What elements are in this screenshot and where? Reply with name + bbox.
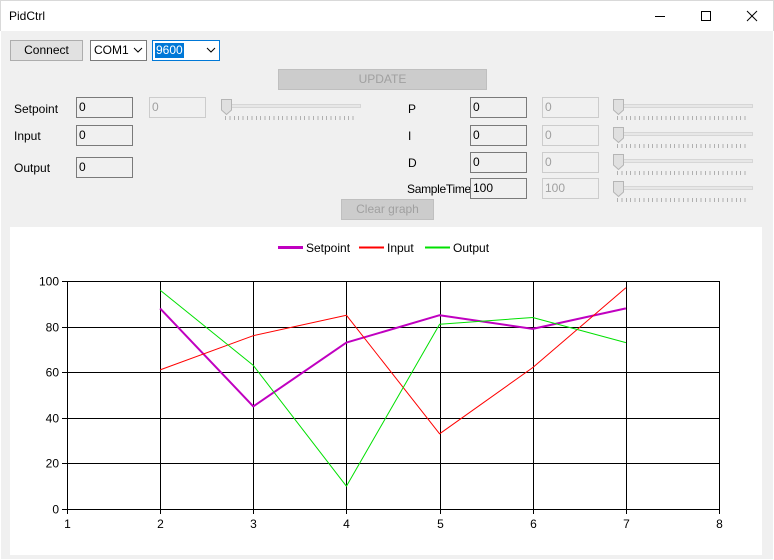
y-tick-label: 20 [46,457,60,471]
sample-time-readback: 100 [542,178,599,199]
update-button[interactable]: UPDATE [278,69,487,90]
clear-graph-button[interactable]: Clear graph [341,199,434,220]
output-field[interactable]: 0 [76,157,133,178]
x-tick-label: 7 [623,517,630,531]
p-slider[interactable] [613,99,753,123]
d-label: D [408,156,417,170]
x-tick-label: 1 [64,517,71,531]
slider-thumb-icon[interactable] [221,99,232,115]
close-button[interactable] [729,1,774,31]
minimize-icon [655,16,665,17]
maximize-button[interactable] [683,1,729,31]
y-tick-label: 0 [52,503,59,517]
x-tick-label: 5 [437,517,444,531]
setpoint-field[interactable]: 0 [76,97,133,118]
legend-label-output: Output [453,241,490,255]
plot-area-frame [67,281,720,510]
p-readback: 0 [542,97,599,118]
sample-time-slider[interactable] [613,181,753,205]
main-panel: Connect COM1 9600 UPDATE Setpoint 0 0 In… [1,31,773,559]
legend-label-setpoint: Setpoint [306,241,351,255]
d-field[interactable]: 0 [470,152,527,173]
series-line-setpoint [159,307,627,408]
d-readback: 0 [542,152,599,173]
connect-button[interactable]: Connect [10,40,83,61]
pid-chart: 1 2 3 4 5 6 7 8020406080100Setpoint Input Output [39,241,723,531]
output-label: Output [14,161,51,175]
x-tick-label: 8 [716,517,723,531]
x-tick-label: 4 [343,517,350,531]
x-tick-label: 3 [250,517,257,531]
slider-thumb-icon[interactable] [613,127,624,143]
slider-thumb-icon[interactable] [613,99,624,115]
sample-time-field[interactable]: 100 [470,178,527,199]
baud-select[interactable]: 9600 [152,40,220,61]
y-tick-label: 80 [46,321,60,335]
maximize-icon [701,11,711,21]
i-slider[interactable] [613,127,753,151]
window-title: PidCtrl [9,9,46,23]
chevron-down-icon [133,47,143,53]
port-value: COM1 [94,43,129,57]
d-slider[interactable] [613,154,753,178]
y-tick-label: 100 [39,275,59,289]
setpoint-label: Setpoint [14,102,59,116]
input-field[interactable]: 0 [76,125,133,146]
legend-label-input: Input [387,241,414,255]
series-line-input [159,287,627,435]
input-label: Input [14,129,41,143]
i-label: I [408,129,412,143]
minimize-button[interactable] [637,1,683,31]
y-tick-label: 40 [46,412,60,426]
chart-panel: 1 2 3 4 5 6 7 8 0 20 40 60 80 100 Setpoint Input Output [10,227,762,555]
x-tick-label: 2 [157,517,164,531]
port-select[interactable]: COM1 [90,40,147,61]
setpoint-slider[interactable] [221,99,361,123]
baud-value: 9600 [155,43,184,58]
series-line-output [159,289,627,487]
title-bar: PidCtrl [0,0,774,31]
sample-time-label: SampleTime [407,182,471,196]
p-field[interactable]: 0 [470,97,527,118]
slider-thumb-icon[interactable] [613,154,624,170]
y-tick-label: 60 [46,366,60,380]
p-label: P [408,102,417,116]
close-icon [746,10,758,22]
setpoint-readback: 0 [149,97,206,118]
i-readback: 0 [542,125,599,146]
x-tick-label: 6 [530,517,537,531]
chevron-down-icon [206,47,216,53]
slider-thumb-icon[interactable] [613,181,624,197]
i-field[interactable]: 0 [470,125,527,146]
